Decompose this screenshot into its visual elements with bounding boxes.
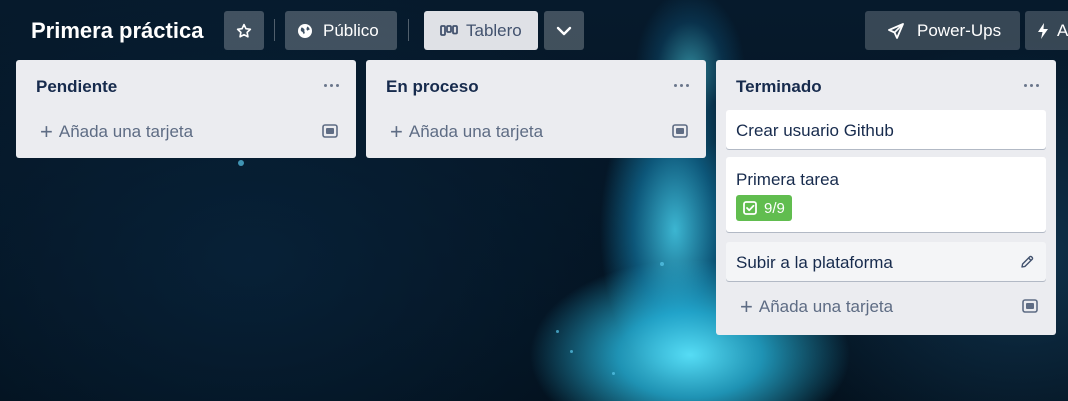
card-title: Subir a la plataforma: [736, 253, 893, 272]
powerups-button[interactable]: Power-Ups: [865, 11, 1020, 50]
board-icon: [440, 24, 458, 36]
list-header[interactable]: Terminado: [716, 60, 1056, 110]
view-label: Tablero: [466, 20, 522, 40]
add-card-button[interactable]: + Añada una tarjeta: [16, 112, 356, 152]
list-pendiente: Pendiente + Añada una tarjeta: [16, 60, 356, 158]
add-card-button[interactable]: + Añada una tarjeta: [366, 112, 706, 152]
plus-icon: +: [40, 119, 53, 144]
view-dropdown-button[interactable]: [544, 11, 584, 50]
checklist-count: 9/9: [764, 199, 785, 217]
powerups-label: Power-Ups: [917, 20, 1002, 40]
lightning-icon: [1038, 22, 1048, 39]
list-header[interactable]: En proceso: [366, 60, 706, 112]
header-divider: [274, 19, 275, 41]
list-header[interactable]: Pendiente: [16, 60, 356, 112]
plus-icon: +: [740, 294, 753, 319]
list-en-proceso: En proceso + Añada una tarjeta: [366, 60, 706, 158]
add-card-button[interactable]: + Añada una tarjeta: [716, 287, 1056, 327]
add-card-label: Añada una tarjeta: [58, 122, 194, 141]
plus-icon: +: [390, 119, 403, 144]
list-title[interactable]: En proceso: [386, 77, 479, 97]
more-icon[interactable]: [670, 74, 692, 96]
more-icon[interactable]: [320, 74, 342, 96]
card-template-icon[interactable]: [672, 124, 688, 138]
add-card-label: Añada una tarjeta: [408, 122, 544, 141]
list-title[interactable]: Terminado: [736, 77, 822, 97]
card-title: Crear usuario Github: [736, 121, 894, 140]
card-subir-a-la-plataforma[interactable]: Subir a la plataforma: [726, 242, 1046, 281]
list-terminado: Terminado Crear usuario Github Primera t…: [716, 60, 1056, 335]
rocket-icon: [888, 22, 904, 39]
card-primera-tarea[interactable]: Primera tarea 9/9: [726, 157, 1046, 232]
card-title: Primera tarea: [736, 170, 839, 189]
star-button[interactable]: [224, 11, 264, 50]
star-icon: [236, 23, 252, 38]
card-template-icon[interactable]: [1022, 299, 1038, 313]
automation-button[interactable]: A: [1025, 11, 1068, 50]
header-divider: [408, 19, 409, 41]
globe-icon: [298, 23, 312, 38]
automation-label: A: [1057, 20, 1068, 40]
add-card-label: Añada una tarjeta: [758, 297, 894, 316]
checklist-icon: [743, 201, 757, 215]
view-switcher-button[interactable]: Tablero: [424, 11, 538, 50]
pencil-icon[interactable]: [1020, 255, 1034, 269]
chevron-down-icon: [556, 26, 572, 35]
checklist-badge: 9/9: [736, 195, 792, 221]
board-title[interactable]: Primera práctica: [31, 18, 203, 44]
card-crear-usuario-github[interactable]: Crear usuario Github: [726, 110, 1046, 149]
visibility-button[interactable]: Público: [285, 11, 397, 50]
visibility-label: Público: [323, 20, 379, 40]
more-icon[interactable]: [1020, 74, 1042, 96]
board-header: Primera práctica Público Tablero Power-U…: [0, 0, 1068, 60]
list-title[interactable]: Pendiente: [36, 77, 117, 97]
card-template-icon[interactable]: [322, 124, 338, 138]
